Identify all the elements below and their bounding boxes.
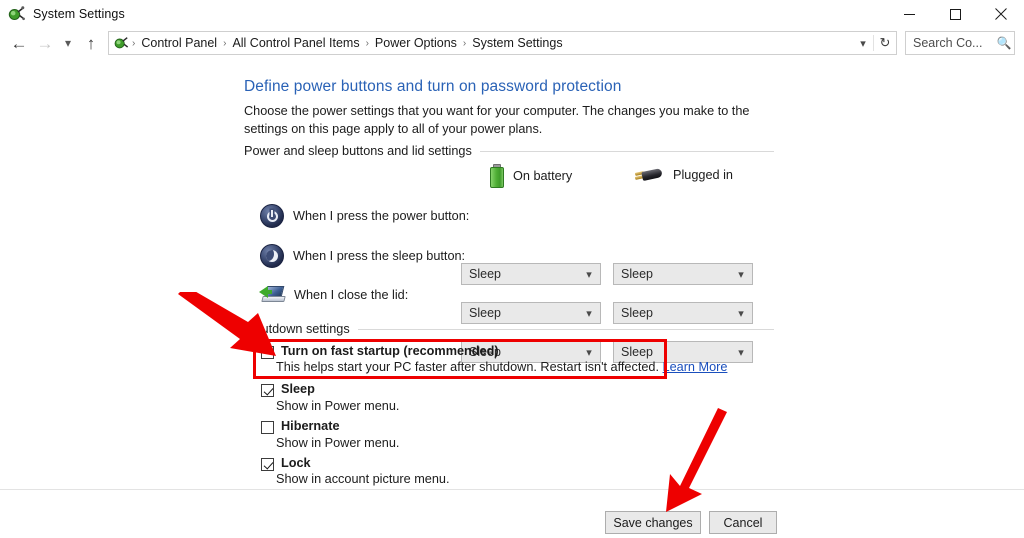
setting-row-sleep-button: When I press the sleep button: (260, 244, 465, 268)
power-settings-icon (7, 5, 25, 23)
row-label-sleep-button: When I press the sleep button: (293, 249, 466, 263)
checkbox-row-lock[interactable]: Lock (261, 456, 311, 471)
fast-startup-label: Turn on fast startup (recommended) (281, 344, 499, 358)
power-button-icon (260, 204, 284, 228)
system-settings-window: System Settings ← → ▾ ↑ › Control Panel … (0, 0, 1024, 538)
navigation-bar: ← → ▾ ↑ › Control Panel › All Control Pa… (0, 28, 1024, 58)
breadcrumb-item-system-settings[interactable]: System Settings (469, 36, 565, 50)
battery-icon (490, 164, 504, 188)
cancel-button[interactable]: Cancel (709, 511, 777, 534)
dropdown-value: Sleep (621, 267, 653, 281)
lock-checkbox[interactable] (261, 458, 274, 471)
chevron-down-icon: ▾ (586, 268, 592, 281)
column-label-on-battery: On battery (513, 169, 573, 183)
learn-more-link[interactable]: Learn More (663, 360, 728, 374)
sleep-label: Sleep (281, 382, 315, 396)
chevron-down-icon: ▾ (586, 307, 592, 320)
refresh-icon[interactable]: ↻ (873, 35, 896, 51)
address-bar[interactable]: › Control Panel › All Control Panel Item… (108, 31, 897, 55)
power-plug-icon (634, 166, 664, 184)
column-header-on-battery: On battery (490, 164, 572, 188)
row-label-power-button: When I press the power button: (293, 209, 470, 223)
dropdown-power-button-plugged-in[interactable]: Sleep ▾ (613, 263, 753, 285)
lock-description: Show in account picture menu. (276, 472, 450, 486)
breadcrumb-separator: › (462, 37, 467, 49)
fast-startup-description: This helps start your PC faster after sh… (276, 360, 727, 374)
page-description: Choose the power settings that you want … (244, 104, 750, 136)
power-sleep-group-header: Power and sleep buttons and lid settings (244, 144, 774, 158)
dropdown-sleep-button-on-battery[interactable]: Sleep ▾ (461, 302, 601, 324)
address-dropdown-chevron-down-icon[interactable]: ▾ (853, 37, 873, 50)
recent-locations-chevron-down-icon[interactable]: ▾ (58, 30, 78, 56)
power-sleep-group-title: Power and sleep buttons and lid settings (244, 144, 472, 158)
chevron-down-icon: ▾ (738, 307, 744, 320)
shutdown-group-header: Shutdown settings (246, 322, 774, 336)
setting-row-power-button: When I press the power button: (260, 204, 469, 228)
column-header-plugged-in: Plugged in (634, 166, 733, 184)
column-label-plugged-in: Plugged in (673, 168, 733, 182)
checkbox-row-hibernate[interactable]: Hibernate (261, 419, 340, 434)
hibernate-description: Show in Power menu. (276, 436, 400, 450)
setting-row-close-lid: When I close the lid: (259, 284, 408, 306)
hibernate-checkbox[interactable] (261, 421, 274, 434)
address-bar-power-icon (113, 35, 129, 51)
dropdown-sleep-button-plugged-in[interactable]: Sleep ▾ (613, 302, 753, 324)
breadcrumb-separator: › (132, 37, 136, 49)
search-icon: 🔍 (996, 36, 1012, 50)
group-divider (479, 150, 774, 152)
breadcrumb-item-all-control-panel-items[interactable]: All Control Panel Items (229, 36, 362, 50)
forward-arrow-icon: → (36, 33, 54, 53)
sleep-description: Show in Power menu. (276, 399, 400, 413)
sleep-checkbox[interactable] (261, 384, 274, 397)
search-input[interactable]: Search Co... (906, 36, 994, 50)
window-title: System Settings (33, 7, 125, 21)
fast-startup-checkbox[interactable] (261, 346, 274, 359)
footer-bar: Save changes Cancel (0, 489, 1024, 538)
dropdown-value: Sleep (469, 306, 501, 320)
maximize-button[interactable] (932, 0, 978, 28)
window-controls (886, 0, 1024, 28)
sleep-button-icon (260, 244, 284, 268)
laptop-lid-icon (259, 284, 286, 306)
page-title: Define power buttons and turn on passwor… (244, 78, 622, 95)
checkbox-row-sleep[interactable]: Sleep (261, 382, 315, 397)
breadcrumb-item-control-panel[interactable]: Control Panel (138, 36, 220, 50)
breadcrumb-separator: › (223, 37, 227, 49)
back-arrow-icon[interactable]: ← (6, 30, 32, 56)
title-bar: System Settings (0, 0, 1024, 28)
dropdown-value: Sleep (621, 306, 653, 320)
shutdown-group-title: Shutdown settings (246, 322, 350, 336)
breadcrumb-item-power-options[interactable]: Power Options (372, 36, 460, 50)
chevron-down-icon: ▾ (738, 268, 744, 281)
address-bar-tools: ▾ ↻ (853, 35, 896, 51)
lock-label: Lock (281, 456, 311, 470)
save-changes-button[interactable]: Save changes (605, 511, 701, 534)
checkbox-row-fast-startup[interactable]: Turn on fast startup (recommended) (261, 344, 499, 359)
hibernate-label: Hibernate (281, 419, 340, 433)
content-area: Define power buttons and turn on passwor… (0, 58, 1024, 489)
dropdown-value: Sleep (621, 345, 653, 359)
up-arrow-icon[interactable]: ↑ (78, 30, 104, 56)
search-box[interactable]: Search Co... 🔍 (905, 31, 1015, 55)
chevron-down-icon: ▾ (586, 346, 592, 359)
fast-startup-description-text: This helps start your PC faster after sh… (276, 360, 659, 374)
close-button[interactable] (978, 0, 1024, 28)
minimize-button[interactable] (886, 0, 932, 28)
dropdown-power-button-on-battery[interactable]: Sleep ▾ (461, 263, 601, 285)
breadcrumb-separator: › (365, 37, 369, 49)
row-label-close-lid: When I close the lid: (294, 288, 409, 302)
chevron-down-icon: ▾ (738, 346, 744, 359)
dropdown-value: Sleep (469, 267, 501, 281)
group-divider (357, 328, 774, 330)
